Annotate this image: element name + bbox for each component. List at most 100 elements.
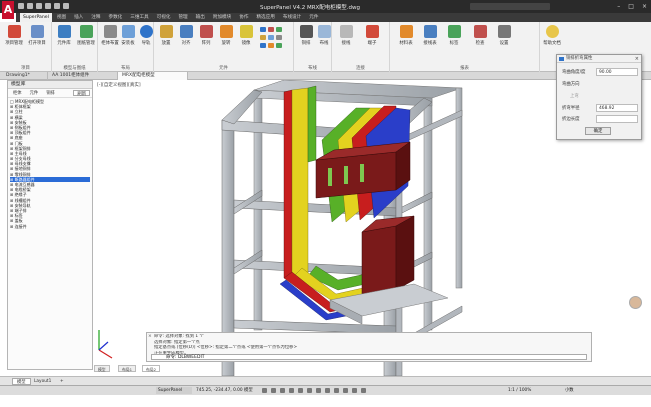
small-tool-icon[interactable] bbox=[276, 43, 282, 48]
save-icon[interactable] bbox=[36, 3, 42, 9]
tab-components[interactable]: 元件 bbox=[306, 13, 321, 22]
label-button[interactable]: 标签 bbox=[444, 25, 464, 46]
small-tool-icon[interactable] bbox=[268, 43, 274, 48]
ok-button[interactable]: 确定 bbox=[585, 127, 611, 135]
ortho-icon[interactable] bbox=[280, 388, 285, 393]
place-button[interactable]: 放置 bbox=[156, 25, 176, 46]
bend-radius-field[interactable]: 468.92 bbox=[596, 104, 638, 112]
check-button[interactable]: 检查 bbox=[470, 25, 490, 46]
annotation-scale[interactable]: 1:1 / 100% bbox=[508, 387, 531, 394]
wiring-button[interactable]: 接线 bbox=[336, 25, 356, 46]
gizmo-icon[interactable] bbox=[343, 388, 348, 393]
model-tab[interactable]: 模型 bbox=[12, 378, 31, 385]
small-tool-icon[interactable] bbox=[260, 43, 266, 48]
tab-visualize[interactable]: 可视化 bbox=[154, 13, 174, 22]
osnap-icon[interactable] bbox=[298, 388, 303, 393]
tab-view[interactable]: 视图 bbox=[54, 13, 69, 22]
align-icon bbox=[179, 25, 193, 38]
tab-insert[interactable]: 插入 bbox=[71, 13, 86, 22]
panel-tab[interactable]: 铜排 bbox=[43, 90, 58, 96]
ribbon-group-reports: 材料表 接线表 标签 检查 设置 报表 bbox=[390, 22, 540, 72]
annotation-icon[interactable] bbox=[352, 388, 357, 393]
rotate-button[interactable]: 旋转 bbox=[216, 25, 236, 46]
units-mode[interactable]: 小数 bbox=[565, 387, 574, 394]
snap-icon[interactable] bbox=[271, 388, 276, 393]
polar-icon[interactable] bbox=[289, 388, 294, 393]
undo-icon[interactable] bbox=[54, 3, 60, 9]
panel-tab[interactable]: 元件 bbox=[27, 90, 42, 96]
minimize-icon[interactable]: – bbox=[617, 3, 620, 10]
grid-icon[interactable] bbox=[262, 388, 267, 393]
doc-tab-active[interactable]: MRX配电柜模型 bbox=[118, 72, 188, 80]
tab-wiring[interactable]: 布线设计 bbox=[280, 13, 304, 22]
search-input[interactable] bbox=[470, 3, 550, 10]
tab-addins[interactable]: 附加模块 bbox=[210, 13, 234, 22]
bom-button[interactable]: 材料表 bbox=[396, 25, 416, 46]
tab-parametric[interactable]: 参数化 bbox=[105, 13, 125, 22]
align-button[interactable]: 对齐 bbox=[176, 25, 196, 46]
tab-annotate[interactable]: 注释 bbox=[88, 13, 103, 22]
mount-plate-button[interactable]: 安装板 bbox=[118, 25, 138, 46]
redo-icon[interactable] bbox=[63, 3, 69, 9]
app-logo[interactable]: A bbox=[2, 1, 14, 19]
title-bar: SuperPanel V4.2 MRX配电柜模型.dwg – □ × bbox=[0, 0, 651, 13]
tab-output[interactable]: 输出 bbox=[193, 13, 208, 22]
settings-button[interactable]: 设置 bbox=[494, 25, 514, 46]
tab-superpanel[interactable]: SuperPanel bbox=[20, 13, 52, 22]
layout-tab-active[interactable]: 布局2 bbox=[142, 365, 161, 372]
viewport-layout-tabs: 模型 布局1 布局2 bbox=[94, 365, 394, 372]
library-icon bbox=[57, 25, 71, 38]
refresh-button[interactable]: 刷新 bbox=[73, 90, 90, 97]
small-tool-icon[interactable] bbox=[276, 27, 282, 32]
layout-tab[interactable]: 布局1 bbox=[118, 365, 137, 372]
array-button[interactable]: 阵列 bbox=[196, 25, 216, 46]
drawing-manage-button[interactable]: 图纸管理 bbox=[76, 25, 96, 46]
wire-list-button[interactable]: 接线表 bbox=[420, 25, 440, 46]
small-tool-icon[interactable] bbox=[268, 27, 274, 32]
tab-3d-tools[interactable]: 三维工具 bbox=[127, 13, 151, 22]
small-tool-icon[interactable] bbox=[260, 27, 266, 32]
project-icon bbox=[7, 25, 21, 38]
project-manage-button[interactable]: 项目管理 bbox=[4, 25, 24, 46]
tree-item[interactable]: ⊞ 连接件 bbox=[10, 224, 90, 229]
doc-tab[interactable]: AA 1001柜体组件 bbox=[48, 72, 118, 80]
selection-icon[interactable] bbox=[334, 388, 339, 393]
ribbon-group-label: 元件 bbox=[219, 66, 228, 71]
tab-featured-apps[interactable]: 精选应用 bbox=[253, 13, 277, 22]
print-icon[interactable] bbox=[45, 3, 51, 9]
doc-tab[interactable]: Drawing1* bbox=[2, 72, 48, 80]
workspace-icon[interactable] bbox=[361, 388, 366, 393]
cabinet-layout-button[interactable]: 柜体布置 bbox=[100, 25, 120, 46]
new-icon[interactable] bbox=[18, 3, 24, 9]
layout1-tab[interactable]: Layout1 bbox=[30, 378, 55, 385]
tab-manage[interactable]: 管理 bbox=[175, 13, 190, 22]
command-input[interactable]: 命令: DLBWEEDIT bbox=[151, 354, 587, 360]
otrack-icon[interactable] bbox=[307, 388, 312, 393]
rail-button[interactable]: 导轨 bbox=[136, 25, 156, 46]
close-icon[interactable]: × bbox=[642, 3, 647, 10]
small-tool-icon[interactable] bbox=[260, 35, 266, 40]
busbar-button[interactable]: 铜排 bbox=[296, 25, 316, 46]
transparency-icon[interactable] bbox=[325, 388, 330, 393]
lineweight-icon[interactable] bbox=[316, 388, 321, 393]
terminal-button[interactable]: 端子 bbox=[362, 25, 382, 46]
add-layout-tab[interactable]: + bbox=[56, 378, 68, 385]
maximize-icon[interactable]: □ bbox=[628, 3, 634, 10]
layout-tab[interactable]: 模型 bbox=[94, 365, 110, 372]
terminal-icon bbox=[365, 25, 379, 38]
tab-collaborate[interactable]: 协作 bbox=[236, 13, 251, 22]
component-library-button[interactable]: 元件库 bbox=[54, 25, 74, 46]
routing-button[interactable]: 布线 bbox=[314, 25, 334, 46]
close-icon[interactable]: × bbox=[148, 334, 152, 339]
small-tool-icon[interactable] bbox=[276, 35, 282, 40]
mirror-button[interactable]: 镜像 bbox=[236, 25, 256, 46]
open-project-button[interactable]: 打开项目 bbox=[27, 25, 47, 46]
close-icon[interactable]: × bbox=[635, 55, 639, 62]
help-button[interactable]: 帮助文档 bbox=[542, 25, 562, 46]
open-icon[interactable] bbox=[27, 3, 33, 9]
small-tool-icon[interactable] bbox=[268, 35, 274, 40]
panel-tab[interactable]: 柜体 bbox=[10, 90, 25, 96]
status-bar: SuperPanel 745.25, -234.47, 0.00 模型 1:1 … bbox=[0, 385, 651, 395]
flange-length-field[interactable] bbox=[596, 115, 638, 123]
bend-angle-field[interactable]: 90.00 bbox=[596, 68, 638, 76]
